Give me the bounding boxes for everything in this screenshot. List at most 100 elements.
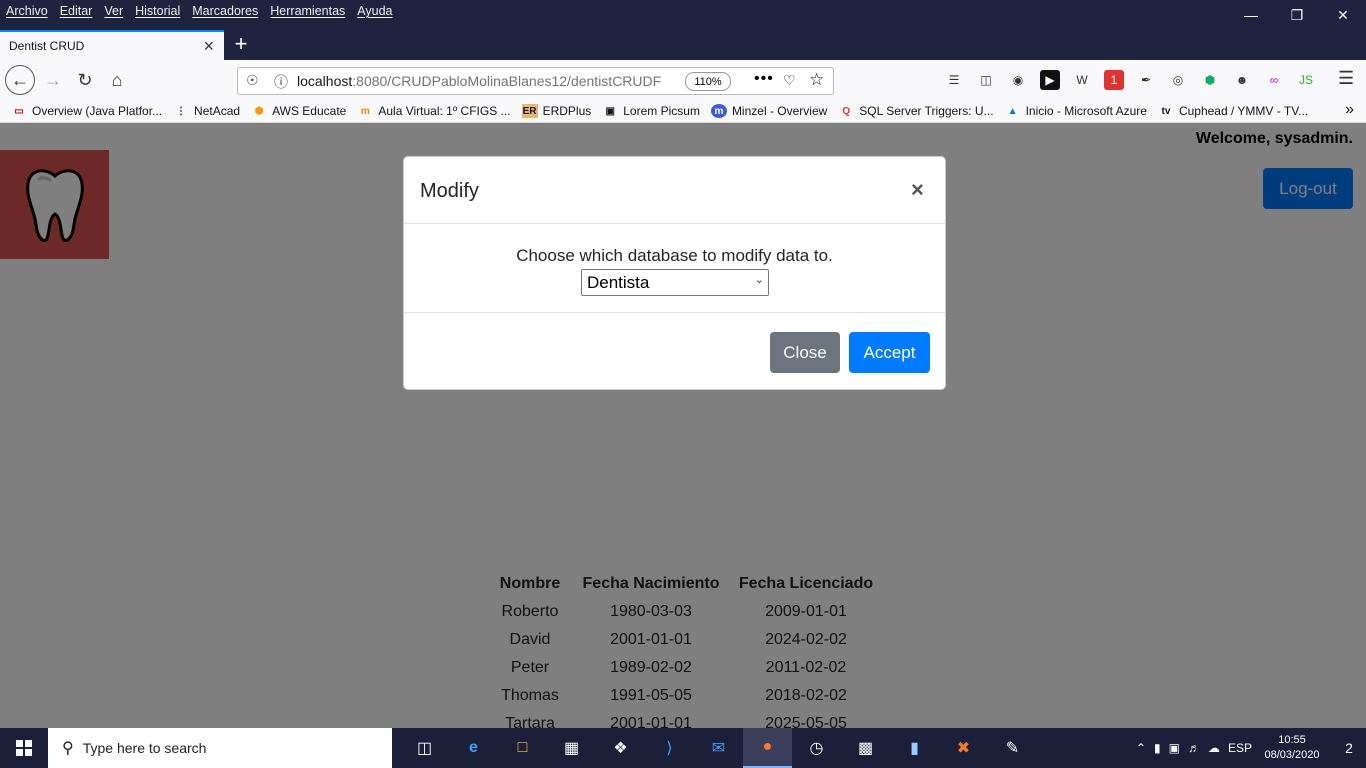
reload-icon[interactable]: ↻ [70,65,100,95]
bookmark-item[interactable]: ER ERDPlus [521,104,591,118]
clock[interactable]: 10:55 08/03/2020 [1260,733,1324,763]
remote-desktop-icon[interactable]: ▩ [841,728,890,768]
menu-herramientas[interactable]: Herramientas [270,4,345,18]
modal-close-icon[interactable]: × [911,177,924,203]
menu-archivo[interactable]: Archivo [6,4,48,18]
aws-icon: ⬢ [254,105,264,117]
accept-button[interactable]: Accept [849,332,930,373]
bookmark-item[interactable]: ▭ Overview (Java Platfor... [11,104,162,118]
taskbar: ⚲ Type here to search ◫ e □ ▦ ❖ ⟩ ✉ ● ◷ … [0,728,1366,768]
shield-icon[interactable]: ☉ [246,72,259,89]
extension-icons: ☰ ◫ ◉ ▶ W 1 ✒ ◎ ⬢ ☻ ∞ JS [944,70,1316,90]
modify-modal: Modify × Choose which database to modify… [403,156,946,390]
language-indicator[interactable]: ESP [1228,741,1252,755]
bookmarks-bar: ▭ Overview (Java Platfor... ⋮ NetAcad ⬢ AWS… [0,100,1366,123]
m-icon: m [710,104,727,118]
store-icon[interactable]: ▦ [547,728,596,768]
library-icon[interactable]: ☰ [944,70,964,90]
bookmark-item[interactable]: m Minzel - Overview [710,104,828,118]
dropbox-icon[interactable]: ❖ [596,728,645,768]
bookmark-label: Cuphead / YMMV - TV... [1178,104,1309,118]
notifier-icon[interactable]: 1 [1104,70,1124,90]
sidebar-icon[interactable]: ◫ [976,70,996,90]
modal-header: Modify × [404,157,945,224]
bookmark-label: Minzel - Overview [731,104,828,118]
search-placeholder: Type here to search [82,740,207,756]
bookmark-item[interactable]: Q SQL Server Triggers: U... [838,104,993,118]
zoom-badge[interactable]: 110% [685,72,731,91]
vscode-icon[interactable]: ⟩ [645,728,694,768]
clock-date: 08/03/2020 [1264,749,1320,761]
bookmark-item[interactable]: ⬢ AWS Educate [251,104,347,118]
virtualbox-icon[interactable]: ▮ [890,728,939,768]
system-tray: ⌃ ▮ ▣ ♬ ☁ ESP 10:55 08/03/2020 2 [1136,728,1366,768]
chevron-down-icon: ⌄ [754,274,764,286]
close-button[interactable]: Close [770,332,840,373]
bookmark-item[interactable]: m Aula Virtual: 1º CFIGS ... [357,104,511,118]
bookmark-label: Lorem Picsum [623,104,700,118]
volume-icon[interactable]: ♬ [1188,741,1200,755]
close-tab-icon[interactable]: × [203,36,214,57]
clock-time: 10:55 [1278,734,1306,746]
bookmarks-overflow-icon[interactable]: » [1345,101,1354,119]
bookmark-item[interactable]: ▲ Inicio - Microsoft Azure [1005,104,1147,118]
wappalyzer-icon[interactable]: W [1072,70,1092,90]
notification-count: 2 [1345,740,1353,756]
modal-prompt: Choose which database to modify data to. [516,246,833,265]
shield-ext-icon[interactable]: ⬢ [1200,70,1220,90]
windows-start-icon[interactable] [0,728,48,768]
show-hidden-icon[interactable]: ⌃ [1136,741,1146,755]
bookmark-item[interactable]: tv Cuphead / YMMV - TV... [1158,104,1308,118]
paint-icon[interactable]: ✎ [988,728,1037,768]
hamburger-menu-icon[interactable]: ☰ [1338,68,1354,89]
bookmark-label: NetAcad [194,104,241,118]
menu-historial[interactable]: Historial [135,4,180,18]
clock-app-icon[interactable]: ◷ [792,728,841,768]
eye-icon[interactable]: ◎ [1168,70,1188,90]
home-icon[interactable]: ⌂ [102,65,132,95]
picture-icon: ▣ [605,105,615,117]
notification-center-icon[interactable]: 2 [1332,728,1366,768]
info-icon[interactable]: ⓘ [274,72,288,92]
menu-marcadores[interactable]: Marcadores [192,4,258,18]
menu-editar[interactable]: Editar [60,4,93,18]
onedrive-icon[interactable]: ☁ [1208,741,1220,755]
pocket-icon[interactable]: ♡ [783,72,796,89]
battery-icon[interactable]: ▮ [1154,741,1161,755]
edge-icon[interactable]: e [449,728,498,768]
er-icon: ER [521,104,538,118]
database-select[interactable]: Dentista ⌄ [581,269,769,296]
tv-icon: tv [1161,105,1171,117]
bookmark-star-icon[interactable]: ☆ [809,70,824,90]
account-icon[interactable]: ◉ [1008,70,1028,90]
menu-ayuda[interactable]: Ayuda [357,4,392,18]
page-actions-icon[interactable]: ••• [754,70,774,88]
url-text[interactable]: localhost:8080/CRUDPabloMolinaBlanes12/d… [297,73,662,89]
links-icon[interactable]: ∞ [1264,70,1284,90]
js-icon[interactable]: JS [1296,70,1316,90]
forward-icon[interactable]: → [38,65,68,95]
eyedropper-icon[interactable]: ✒ [1136,70,1156,90]
menu-ver[interactable]: Ver [104,4,123,18]
bookmark-item[interactable]: ▣ Lorem Picsum [602,104,700,118]
tab-dentist-crud[interactable]: Dentist CRUD × [0,30,224,60]
file-explorer-icon[interactable]: □ [498,728,547,768]
new-tab-icon[interactable]: + [230,30,252,58]
xampp-icon[interactable]: ✖ [939,728,988,768]
mail-icon[interactable]: ✉ [694,728,743,768]
url-bar[interactable]: ☉ ⓘ localhost:8080/CRUDPabloMolinaBlanes… [237,67,834,95]
oracle-icon: ▭ [14,105,24,117]
firefox-icon[interactable]: ● [743,728,792,768]
task-view-icon[interactable]: ◫ [400,728,449,768]
taskbar-search[interactable]: ⚲ Type here to search [48,728,392,768]
bookmark-label: SQL Server Triggers: U... [859,104,994,118]
network-icon[interactable]: ▣ [1169,741,1180,755]
moodle-icon: m [360,105,370,117]
url-host: localhost [297,73,353,89]
back-icon[interactable]: ← [5,65,35,95]
bookmark-item[interactable]: ⋮ NetAcad [173,104,240,118]
modal-body: Choose which database to modify data to.… [404,225,945,313]
monkey-icon[interactable]: ☻ [1232,70,1252,90]
bookmark-label: Overview (Java Platfor... [32,104,163,118]
youtube-icon[interactable]: ▶ [1040,70,1060,90]
